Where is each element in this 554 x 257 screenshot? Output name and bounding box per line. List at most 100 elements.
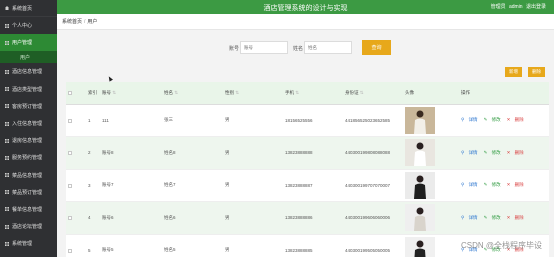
row-checkbox[interactable]	[68, 248, 72, 253]
edit-icon: ✎	[483, 149, 488, 155]
sidebar-item-home[interactable]: 系统首页	[0, 0, 57, 17]
search-button[interactable]: 查询	[362, 40, 391, 55]
row-select-cell	[66, 104, 86, 137]
column-label: 身份证	[345, 89, 359, 95]
account-search-input[interactable]	[240, 41, 288, 54]
menu-grid-icon	[5, 241, 9, 246]
breadcrumb-home[interactable]: 系统首页	[62, 18, 82, 25]
cell-avatar	[403, 104, 459, 137]
menu-grid-icon	[5, 207, 9, 212]
table-header-row: 索引 账号 ⇅ 姓名 ⇅ 性别 ⇅ 手机 ⇅ 身份证 ⇅ 头像 操作	[66, 82, 549, 105]
edit-button[interactable]: ✎ 修改	[484, 215, 504, 220]
avatar	[405, 236, 435, 257]
edit-button[interactable]: ✎ 修改	[484, 182, 504, 187]
close-icon: ✕	[506, 117, 511, 123]
edit-icon: ✎	[483, 117, 488, 123]
sidebar-item-1[interactable]: 用户管理	[0, 34, 57, 52]
column-label: 性别	[225, 89, 234, 95]
batch-delete-button[interactable]: 删除	[528, 67, 545, 77]
sort-icon: ⇅	[235, 89, 240, 95]
sort-icon: ⇅	[295, 89, 300, 95]
cell-name: 姓名5	[162, 234, 223, 257]
menu-grid-icon	[5, 138, 9, 143]
cell-account: 账号6	[100, 201, 162, 235]
cell-account: 111	[100, 104, 162, 137]
column-header-name[interactable]: 姓名 ⇅	[162, 82, 223, 105]
detail-label: 详情	[468, 214, 478, 220]
detail-label: 详情	[468, 117, 478, 123]
name-search-input[interactable]	[304, 41, 352, 54]
sidebar-item-2[interactable]: 酒店信息管理	[0, 63, 57, 80]
sidebar-item-label: 入住信息管理	[12, 121, 43, 128]
select-all-checkbox[interactable]	[68, 91, 72, 96]
sidebar-item-label: 个人中心	[12, 23, 33, 30]
column-label: 头像	[405, 89, 414, 95]
delete-button[interactable]: ✕ 删除	[507, 117, 527, 122]
sidebar: 系统首页 个人中心用户管理 用户 酒店信息管理酒店类型管理 客房预订管理 入住信息管理退…	[0, 0, 57, 257]
delete-label: 删除	[514, 214, 524, 220]
top-header: 酒店管理系统的设计与实现 管理员 admin 退出登录	[57, 0, 554, 14]
menu-grid-icon	[5, 104, 9, 109]
table-row: 3 账号7 姓名7 男 13823888887 440300199707070007 ⚲ 详…	[66, 169, 549, 202]
search-icon: ⚲	[461, 149, 465, 155]
column-header-gender[interactable]: 性别 ⇅	[223, 82, 283, 105]
cell-gender: 男	[223, 104, 283, 137]
user-table: 索引 账号 ⇅ 姓名 ⇅ 性别 ⇅ 手机 ⇅ 身份证 ⇅ 头像 操作 1 111 张…	[66, 82, 549, 257]
user-role: 管理员	[490, 4, 506, 10]
sidebar-item-6[interactable]: 退房信息管理	[0, 132, 57, 149]
sidebar-item-4[interactable]: 客房预订管理	[0, 98, 57, 115]
cell-avatar	[403, 201, 459, 235]
row-checkbox[interactable]	[68, 183, 72, 188]
column-header-idcard[interactable]: 身份证 ⇅	[343, 82, 403, 105]
cell-name: 姓名8	[162, 136, 223, 170]
edit-button[interactable]: ✎ 修改	[484, 117, 504, 122]
menu-grid-icon	[5, 23, 9, 28]
delete-button[interactable]: ✕ 删除	[507, 215, 527, 220]
delete-button[interactable]: ✕ 删除	[507, 182, 527, 187]
cell-name: 姓名6	[162, 201, 223, 235]
sidebar-item-label: 退房信息管理	[12, 138, 43, 145]
menu-grid-icon	[5, 190, 9, 195]
detail-button[interactable]: ⚲ 详情	[461, 117, 481, 122]
delete-label: 删除	[514, 182, 524, 188]
cell-ops: ⚲ 详情 ✎ 修改 ✕ 删除	[459, 104, 549, 137]
sidebar-item-11[interactable]: 酒店论坛管理	[0, 218, 57, 235]
sidebar-item-label: 酒店类型管理	[12, 86, 43, 93]
detail-button[interactable]: ⚲ 详情	[461, 150, 481, 155]
logout-link[interactable]: 退出登录	[526, 4, 546, 10]
column-header-account[interactable]: 账号 ⇅	[100, 82, 162, 105]
sidebar-item-5[interactable]: 入住信息管理	[0, 115, 57, 132]
edit-button[interactable]: ✎ 修改	[484, 150, 504, 155]
sidebar-item-label: 系统首页	[12, 5, 33, 12]
sidebar-item-label: 客房预订管理	[12, 103, 43, 110]
sidebar-item-8[interactable]: 菜品信息管理	[0, 167, 57, 184]
avatar	[405, 204, 435, 232]
add-button[interactable]: 新增	[505, 67, 522, 77]
sidebar-menu: 个人中心用户管理 用户 酒店信息管理酒店类型管理 客房预订管理 入住信息管理 退房信息管理…	[0, 17, 57, 252]
menu-grid-icon	[5, 87, 9, 92]
menu-grid-icon	[5, 40, 9, 45]
sidebar-item-3[interactable]: 酒店类型管理	[0, 81, 57, 98]
user-info: 管理员 admin 退出登录	[489, 3, 546, 10]
sidebar-subitem-user[interactable]: 用户	[0, 51, 57, 64]
sidebar-item-12[interactable]: 系统管理	[0, 235, 57, 252]
avatar	[405, 106, 435, 134]
delete-button[interactable]: ✕ 删除	[507, 150, 527, 155]
column-header-index: 索引	[86, 82, 100, 105]
row-checkbox[interactable]	[68, 216, 72, 221]
cell-idcard: 440300199707070007	[343, 169, 403, 202]
detail-button[interactable]: ⚲ 详情	[461, 182, 481, 187]
sidebar-item-label: 系统管理	[12, 241, 33, 248]
edit-icon: ✎	[483, 182, 488, 188]
sidebar-item-7[interactable]: 服务预约管理	[0, 149, 57, 166]
sidebar-item-10[interactable]: 餐单信息管理	[0, 201, 57, 218]
sidebar-item-9[interactable]: 菜品预订管理	[0, 184, 57, 201]
menu-grid-icon	[5, 121, 9, 126]
cell-ops: ⚲ 详情 ✎ 修改 ✕ 删除	[459, 169, 549, 202]
row-checkbox[interactable]	[68, 151, 72, 156]
detail-button[interactable]: ⚲ 详情	[461, 215, 481, 220]
row-checkbox[interactable]	[68, 118, 72, 123]
column-header-phone[interactable]: 手机 ⇅	[283, 82, 343, 105]
sidebar-item-0[interactable]: 个人中心	[0, 17, 57, 34]
table-row: 2 账号8 姓名8 男 13823888888 440300199808088088 ⚲ 详…	[66, 136, 549, 170]
